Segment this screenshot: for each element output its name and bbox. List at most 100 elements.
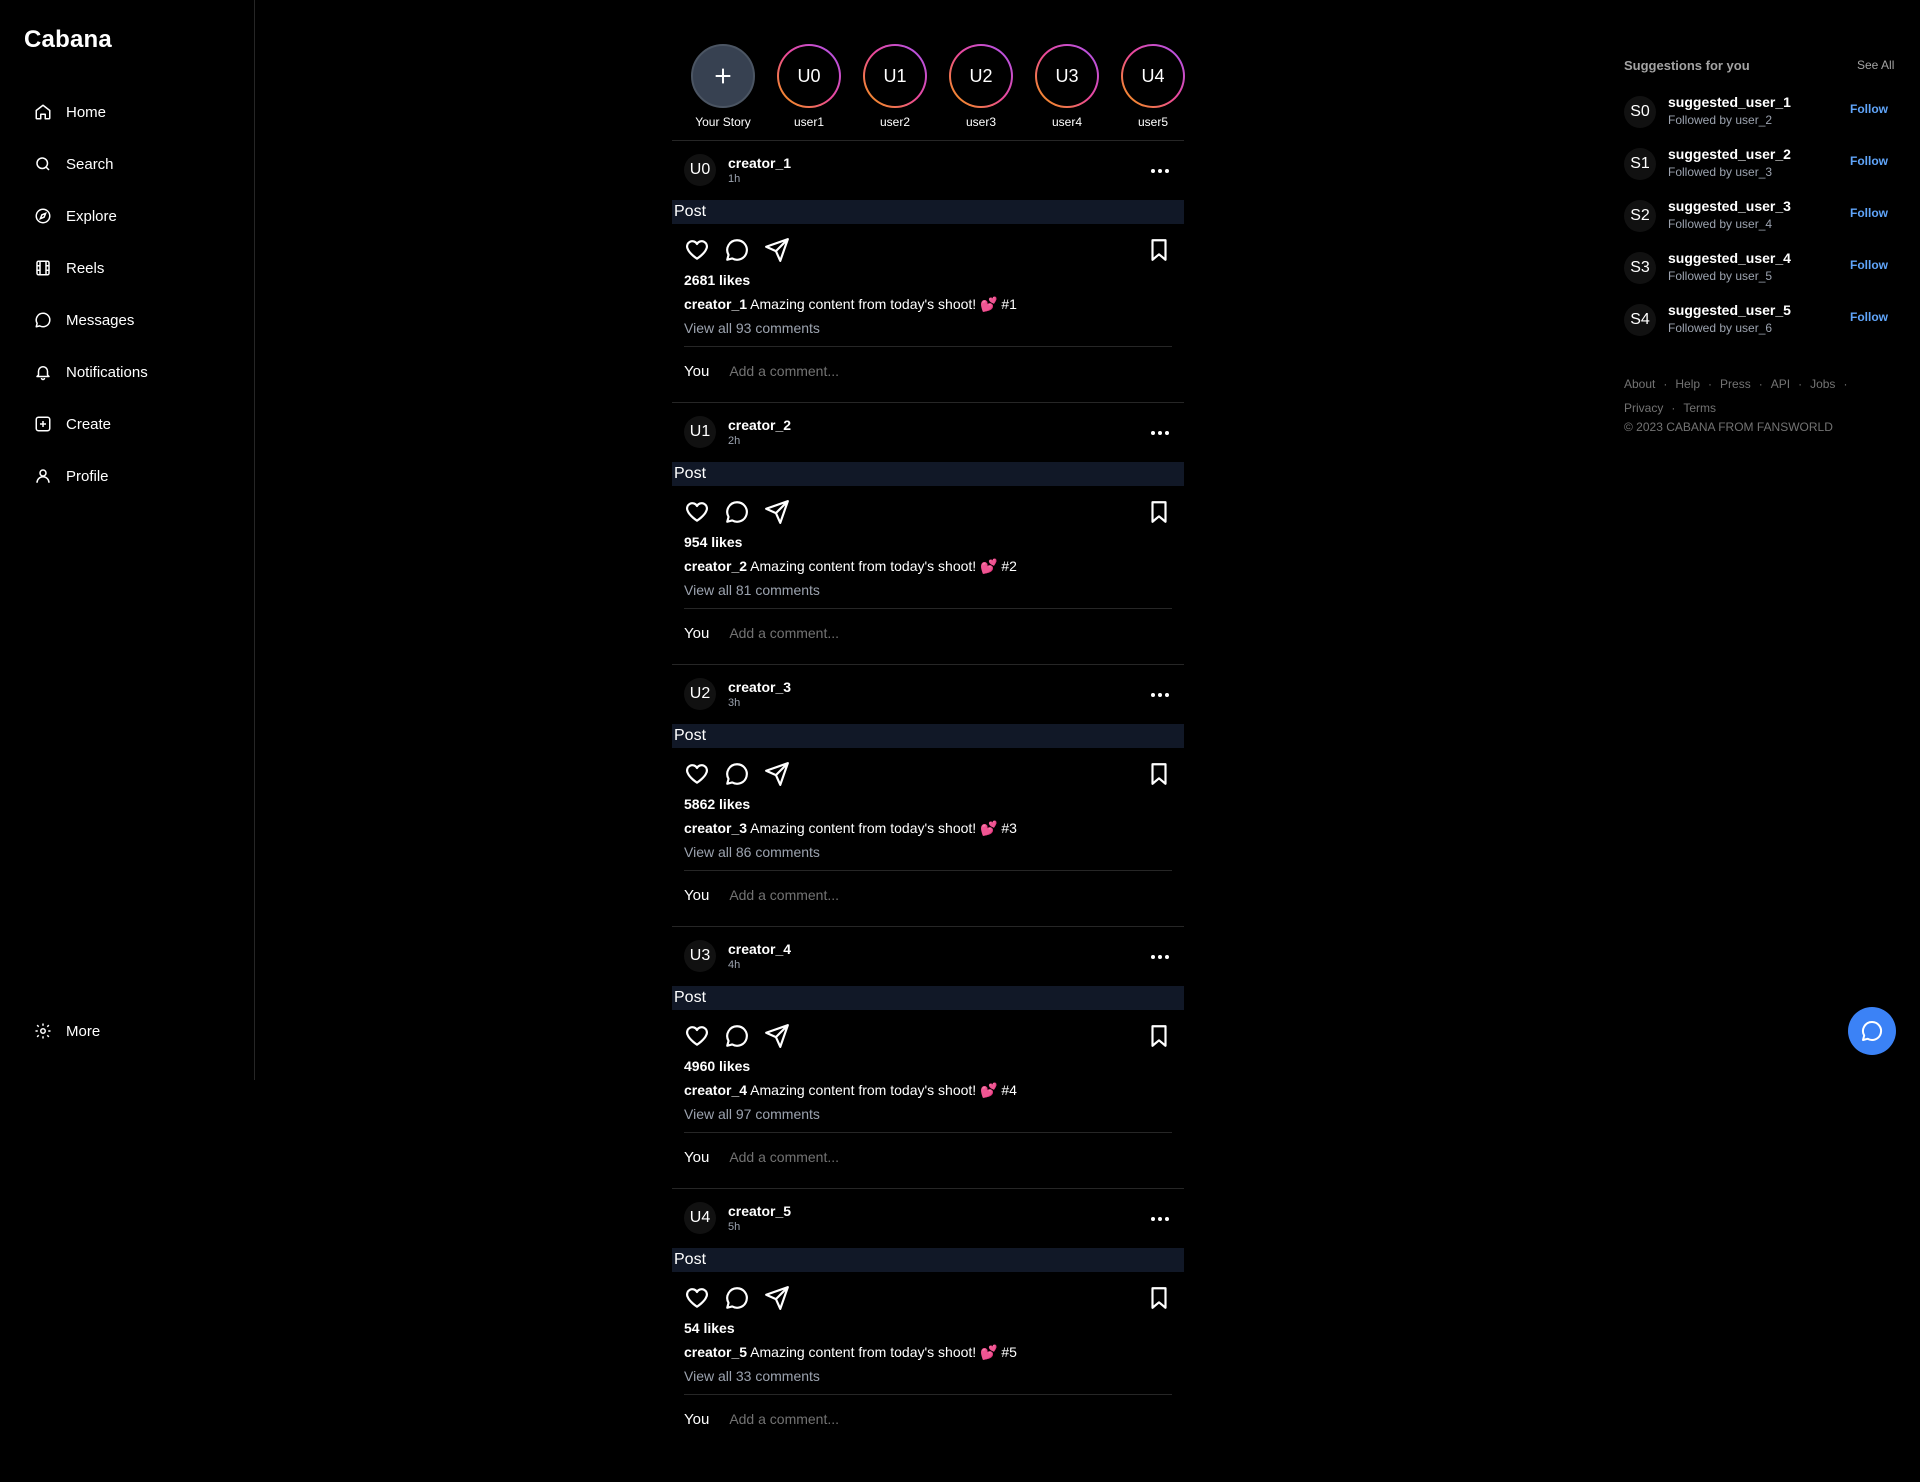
comment-input[interactable]	[729, 887, 1130, 903]
likes-count[interactable]: 4960 likes	[684, 1058, 750, 1074]
share-icon[interactable]	[764, 1023, 790, 1049]
story-item[interactable]: U2 user3	[946, 44, 1016, 129]
avatar[interactable]: S0	[1624, 96, 1656, 128]
comment-icon[interactable]	[724, 761, 750, 787]
nav-messages[interactable]: Messages	[34, 302, 134, 338]
more-options-icon[interactable]	[1148, 165, 1172, 177]
follow-button[interactable]: Follow	[1850, 102, 1888, 116]
share-icon[interactable]	[764, 499, 790, 525]
avatar[interactable]: U2	[684, 678, 716, 710]
nav-home[interactable]: Home	[34, 94, 106, 130]
story-your-story[interactable]: Your Story	[688, 44, 758, 129]
post-image[interactable]: Post	[672, 986, 1184, 1010]
nav-profile[interactable]: Profile	[34, 458, 109, 494]
post-username[interactable]: creator_1	[728, 155, 791, 172]
bookmark-icon[interactable]	[1146, 499, 1172, 525]
footer-link-jobs[interactable]: Jobs	[1810, 377, 1835, 391]
avatar[interactable]: U3	[684, 940, 716, 972]
more-options-icon[interactable]	[1148, 689, 1172, 701]
heart-icon[interactable]	[684, 761, 710, 787]
footer-link-help[interactable]: Help	[1675, 377, 1700, 391]
post-username[interactable]: creator_3	[728, 679, 791, 696]
nav-create[interactable]: Create	[34, 406, 111, 442]
more-options-icon[interactable]	[1148, 951, 1172, 963]
story-ring[interactable]: U1	[863, 44, 927, 108]
suggestion-username[interactable]: suggested_user_4	[1668, 250, 1791, 266]
story-ring[interactable]: U0	[777, 44, 841, 108]
post-image[interactable]: Post	[672, 1248, 1184, 1272]
footer-link-api[interactable]: API	[1771, 377, 1790, 391]
story-item[interactable]: U4 user5	[1118, 44, 1188, 129]
likes-count[interactable]: 54 likes	[684, 1320, 735, 1336]
footer-link-privacy[interactable]: Privacy	[1624, 401, 1663, 415]
heart-icon[interactable]	[684, 237, 710, 263]
suggestion-username[interactable]: suggested_user_1	[1668, 94, 1791, 110]
view-comments-link[interactable]: View all 33 comments	[684, 1368, 820, 1384]
caption-username[interactable]: creator_5	[684, 1344, 747, 1360]
nav-more[interactable]: More	[34, 1013, 100, 1049]
suggestion-username[interactable]: suggested_user_3	[1668, 198, 1791, 214]
view-comments-link[interactable]: View all 81 comments	[684, 582, 820, 598]
chat-button[interactable]	[1848, 1007, 1896, 1055]
post-image[interactable]: Post	[672, 462, 1184, 486]
caption-username[interactable]: creator_2	[684, 558, 747, 574]
post-username[interactable]: creator_5	[728, 1203, 791, 1220]
comment-input[interactable]	[729, 363, 1130, 379]
comment-icon[interactable]	[724, 237, 750, 263]
comment-icon[interactable]	[724, 499, 750, 525]
app-logo[interactable]: Cabana	[24, 26, 112, 54]
bookmark-icon[interactable]	[1146, 237, 1172, 263]
caption-username[interactable]: creator_3	[684, 820, 747, 836]
comment-input[interactable]	[729, 625, 1130, 641]
story-ring[interactable]: U3	[1035, 44, 1099, 108]
avatar[interactable]: S2	[1624, 200, 1656, 232]
follow-button[interactable]: Follow	[1850, 154, 1888, 168]
caption-username[interactable]: creator_4	[684, 1082, 747, 1098]
footer-link-about[interactable]: About	[1624, 377, 1655, 391]
story-ring[interactable]: U4	[1121, 44, 1185, 108]
story-add-circle[interactable]	[691, 44, 755, 108]
story-item[interactable]: U3 user4	[1032, 44, 1102, 129]
comment-input[interactable]	[729, 1411, 1130, 1427]
share-icon[interactable]	[764, 761, 790, 787]
story-item[interactable]: U0 user1	[774, 44, 844, 129]
share-icon[interactable]	[764, 237, 790, 263]
view-comments-link[interactable]: View all 97 comments	[684, 1106, 820, 1122]
suggestion-username[interactable]: suggested_user_5	[1668, 302, 1791, 318]
avatar[interactable]: S3	[1624, 252, 1656, 284]
comment-icon[interactable]	[724, 1023, 750, 1049]
caption-username[interactable]: creator_1	[684, 296, 747, 312]
heart-icon[interactable]	[684, 1023, 710, 1049]
follow-button[interactable]: Follow	[1850, 310, 1888, 324]
post-username[interactable]: creator_2	[728, 417, 791, 434]
footer-link-press[interactable]: Press	[1720, 377, 1751, 391]
bookmark-icon[interactable]	[1146, 1285, 1172, 1311]
share-icon[interactable]	[764, 1285, 790, 1311]
post-image[interactable]: Post	[672, 724, 1184, 748]
more-options-icon[interactable]	[1148, 1213, 1172, 1225]
footer-link-terms[interactable]: Terms	[1683, 401, 1716, 415]
see-all-link[interactable]: See All	[1857, 58, 1894, 72]
follow-button[interactable]: Follow	[1850, 258, 1888, 272]
avatar[interactable]: U0	[684, 154, 716, 186]
post-image[interactable]: Post	[672, 200, 1184, 224]
heart-icon[interactable]	[684, 1285, 710, 1311]
avatar[interactable]: U4	[684, 1202, 716, 1234]
post-username[interactable]: creator_4	[728, 941, 791, 958]
avatar[interactable]: S4	[1624, 304, 1656, 336]
avatar[interactable]: U1	[684, 416, 716, 448]
bookmark-icon[interactable]	[1146, 761, 1172, 787]
likes-count[interactable]: 954 likes	[684, 534, 742, 550]
follow-button[interactable]: Follow	[1850, 206, 1888, 220]
story-item[interactable]: U1 user2	[860, 44, 930, 129]
nav-search[interactable]: Search	[34, 146, 114, 182]
nav-notifications[interactable]: Notifications	[34, 354, 148, 390]
avatar[interactable]: S1	[1624, 148, 1656, 180]
view-comments-link[interactable]: View all 86 comments	[684, 844, 820, 860]
nav-explore[interactable]: Explore	[34, 198, 117, 234]
bookmark-icon[interactable]	[1146, 1023, 1172, 1049]
view-comments-link[interactable]: View all 93 comments	[684, 320, 820, 336]
comment-icon[interactable]	[724, 1285, 750, 1311]
comment-input[interactable]	[729, 1149, 1130, 1165]
likes-count[interactable]: 5862 likes	[684, 796, 750, 812]
